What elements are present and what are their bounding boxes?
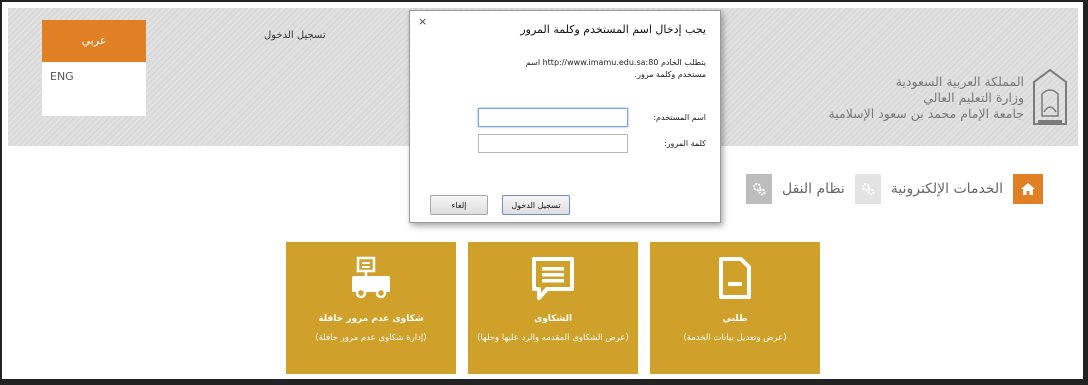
- gears-icon: [861, 183, 875, 196]
- password-label: كلمة المرور:: [663, 138, 706, 148]
- username-label: اسم المستخدم:: [653, 112, 706, 122]
- tile-title: طلبي: [722, 314, 748, 324]
- breadcrumb-transport[interactable]: نظام النقل: [772, 181, 855, 197]
- breadcrumb-eservices[interactable]: الخدمات الإلكترونية: [881, 181, 1013, 197]
- ministry-title: المملكة العربية السعودية وزارة التعليم ا…: [829, 74, 1024, 122]
- ministry-line-1: المملكة العربية السعودية: [895, 74, 1024, 89]
- header-login-link[interactable]: تسجيل الدخول: [264, 30, 326, 41]
- tile-my-request[interactable]: طلبي (عرض وتعديل بيانات الخدمة): [650, 242, 820, 374]
- tile-bus-complaints[interactable]: شكاوى عدم مرور حافلة (إدارة شكاوى عدم مر…: [286, 242, 456, 374]
- close-icon[interactable]: ×: [418, 15, 427, 28]
- lang-arabic-button[interactable]: عربي: [42, 20, 146, 62]
- breadcrumb-separator-1: [854, 174, 881, 204]
- browser-page: عربي ENG تسجيل الدخول المملكة العربية ال…: [0, 0, 1088, 385]
- tile-description: (عرض الشكاوى المقدمه والرد عليها وحلها): [477, 333, 629, 343]
- tile-title: الشكاوى: [533, 314, 573, 324]
- login-button[interactable]: تسجيل الدخول: [502, 195, 570, 215]
- username-row: اسم المستخدم:: [478, 107, 706, 127]
- home-button[interactable]: [1013, 174, 1043, 204]
- dialog-message: يتطلب الخادم http://www.imamu.edu.sa:80 …: [525, 58, 706, 79]
- comment-icon: [532, 257, 574, 300]
- bus-icon: [352, 256, 390, 299]
- university-logo: [1033, 68, 1067, 125]
- password-row: كلمة المرور:: [478, 133, 706, 153]
- dialog-title: يجب إدخال اسم المستخدم وكلمة المرور: [520, 23, 706, 36]
- tile-description: (عرض وتعديل بيانات الخدمة): [683, 333, 787, 343]
- auth-dialog: × يجب إدخال اسم المستخدم وكلمة المرور يت…: [409, 10, 721, 223]
- tile-description: (إدارة شكاوى عدم مرور حافلة): [315, 333, 427, 343]
- document-icon: [719, 257, 751, 299]
- password-input[interactable]: [478, 133, 628, 153]
- username-input[interactable]: [478, 107, 628, 127]
- home-icon: [1021, 183, 1035, 195]
- language-switcher: عربي ENG: [42, 20, 146, 116]
- gears-icon: [753, 183, 766, 196]
- breadcrumb-separator-2: [746, 174, 772, 204]
- lang-english-button[interactable]: ENG: [50, 70, 74, 83]
- ministry-line-3: جامعة الإمام محمد بن سعود الإسلامية: [828, 106, 1024, 121]
- ministry-line-2: وزارة التعليم العالي: [923, 90, 1024, 105]
- cancel-button[interactable]: إلغاء: [430, 195, 488, 215]
- tile-title: شكاوى عدم مرور حافلة: [318, 314, 424, 324]
- tile-complaints[interactable]: الشكاوى (عرض الشكاوى المقدمه والرد عليها…: [468, 242, 638, 374]
- breadcrumb: الخدمات الإلكترونية نظام النقل: [746, 172, 1043, 206]
